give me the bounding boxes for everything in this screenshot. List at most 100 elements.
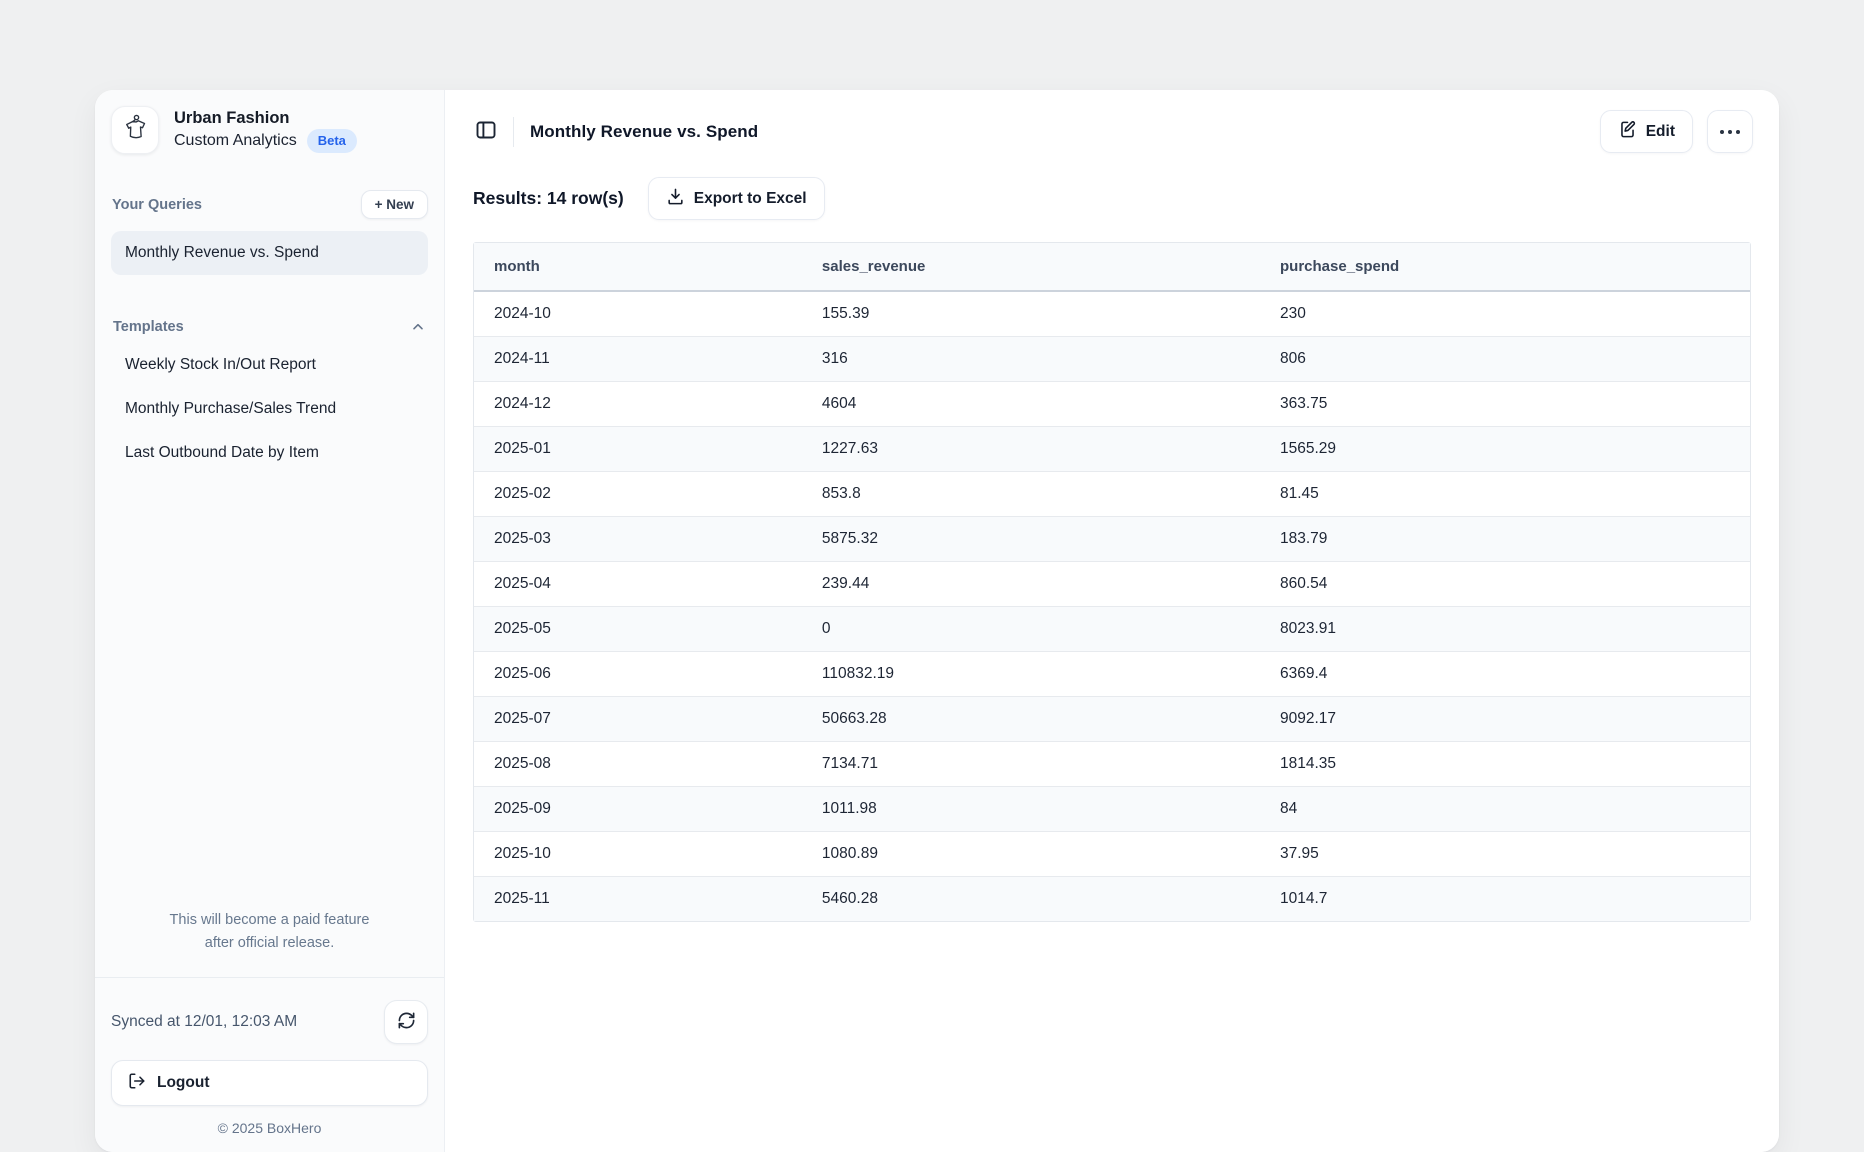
table-header-row: month sales_revenue purchase_spend — [474, 243, 1750, 292]
table-row: 2025-087134.711814.35 — [474, 742, 1750, 787]
template-item[interactable]: Monthly Purchase/Sales Trend — [111, 387, 428, 431]
table-cell: 2025-03 — [474, 517, 802, 562]
table-row: 2024-11316806 — [474, 337, 1750, 382]
table-cell: 860.54 — [1260, 562, 1750, 607]
table-cell: 239.44 — [802, 562, 1260, 607]
sidebar-spacer — [111, 475, 428, 909]
synced-status: Synced at 12/01, 12:03 AM — [111, 1013, 297, 1031]
logout-icon — [128, 1072, 146, 1095]
tshirt-doodle-icon — [120, 113, 150, 148]
file-pen-icon — [1618, 120, 1637, 144]
table-cell: 230 — [1260, 292, 1750, 337]
table-cell: 155.39 — [802, 292, 1260, 337]
refresh-button[interactable] — [384, 1000, 428, 1044]
table-row: 2024-124604363.75 — [474, 382, 1750, 427]
table-cell: 1011.98 — [802, 787, 1260, 832]
templates-section-header[interactable]: Templates — [111, 319, 428, 343]
table-row: 2025-115460.281014.7 — [474, 877, 1750, 921]
panel-left-icon — [474, 118, 498, 145]
table-cell: 853.8 — [802, 472, 1260, 517]
table-row: 2025-02853.881.45 — [474, 472, 1750, 517]
table-cell: 2025-11 — [474, 877, 802, 921]
results-row: Results: 14 row(s) Export to Excel — [445, 163, 1779, 226]
table-cell: 110832.19 — [802, 652, 1260, 697]
copyright: © 2025 BoxHero — [111, 1106, 428, 1142]
edit-label: Edit — [1646, 123, 1675, 141]
table-cell: 5875.32 — [802, 517, 1260, 562]
table-cell: 50663.28 — [802, 697, 1260, 742]
table-cell: 316 — [802, 337, 1260, 382]
table-row: 2025-091011.9884 — [474, 787, 1750, 832]
new-query-button[interactable]: + New — [361, 190, 428, 219]
table-row: 2025-101080.8937.95 — [474, 832, 1750, 877]
table-cell: 2025-06 — [474, 652, 802, 697]
table-cell: 2024-10 — [474, 292, 802, 337]
export-label: Export to Excel — [694, 190, 807, 208]
table-cell: 37.95 — [1260, 832, 1750, 877]
table-cell: 2024-11 — [474, 337, 802, 382]
workspace-logo — [111, 106, 159, 154]
table-cell: 1565.29 — [1260, 427, 1750, 472]
table-cell: 2025-04 — [474, 562, 802, 607]
table-row: 2025-035875.32183.79 — [474, 517, 1750, 562]
product-name: Custom Analytics — [174, 130, 297, 152]
table-body: 2024-10155.392302024-113168062024-124604… — [474, 292, 1750, 921]
main-header: Monthly Revenue vs. Spend Edit — [445, 90, 1779, 163]
sidebar-item-monthly-revenue-vs-spend[interactable]: Monthly Revenue vs. Spend — [111, 231, 428, 275]
sidebar-toggle-button[interactable] — [471, 117, 501, 147]
column-header-purchase-spend: purchase_spend — [1260, 243, 1750, 292]
table-cell: 1814.35 — [1260, 742, 1750, 787]
table-cell: 0 — [802, 607, 1260, 652]
table-cell: 2025-09 — [474, 787, 802, 832]
table-cell: 183.79 — [1260, 517, 1750, 562]
table-cell: 4604 — [802, 382, 1260, 427]
edit-button[interactable]: Edit — [1600, 110, 1693, 153]
template-item[interactable]: Weekly Stock In/Out Report — [111, 343, 428, 387]
ellipsis-icon — [1720, 130, 1724, 134]
template-item[interactable]: Last Outbound Date by Item — [111, 431, 428, 475]
workspace-header: Urban Fashion Custom Analytics Beta — [111, 104, 428, 158]
table-row: 2025-011227.631565.29 — [474, 427, 1750, 472]
results-summary: Results: 14 row(s) — [473, 188, 624, 209]
templates-section-label: Templates — [112, 319, 184, 335]
table-cell: 8023.91 — [1260, 607, 1750, 652]
table-cell: 7134.71 — [802, 742, 1260, 787]
app-window: Urban Fashion Custom Analytics Beta Your… — [95, 90, 1779, 1152]
templates-list: Weekly Stock In/Out ReportMonthly Purcha… — [111, 343, 428, 475]
table-cell: 9092.17 — [1260, 697, 1750, 742]
table-row: 2024-10155.39230 — [474, 292, 1750, 337]
logout-button[interactable]: Logout — [111, 1060, 428, 1106]
main-content: Monthly Revenue vs. Spend Edit — [445, 90, 1779, 1152]
table-cell: 84 — [1260, 787, 1750, 832]
results-table-wrap: month sales_revenue purchase_spend 2024-… — [473, 242, 1751, 922]
sidebar-divider — [95, 977, 444, 978]
table-cell: 2025-01 — [474, 427, 802, 472]
table-cell: 2025-02 — [474, 472, 802, 517]
table-cell: 806 — [1260, 337, 1750, 382]
table-cell: 2025-07 — [474, 697, 802, 742]
table-row: 2025-04239.44860.54 — [474, 562, 1750, 607]
queries-section-label: Your Queries — [111, 197, 202, 213]
sidebar: Urban Fashion Custom Analytics Beta Your… — [95, 90, 445, 1152]
column-header-month: month — [474, 243, 802, 292]
table-cell: 2024-12 — [474, 382, 802, 427]
logout-label: Logout — [157, 1074, 210, 1092]
table-cell: 363.75 — [1260, 382, 1750, 427]
table-cell: 2025-10 — [474, 832, 802, 877]
sync-row: Synced at 12/01, 12:03 AM — [111, 1000, 428, 1044]
beta-badge: Beta — [307, 129, 357, 153]
results-table: month sales_revenue purchase_spend 2024-… — [473, 242, 1751, 922]
table-cell: 81.45 — [1260, 472, 1750, 517]
chevron-up-icon[interactable] — [410, 319, 426, 335]
table-cell: 1080.89 — [802, 832, 1260, 877]
more-options-button[interactable] — [1707, 110, 1753, 153]
table-cell: 2025-08 — [474, 742, 802, 787]
table-cell: 1227.63 — [802, 427, 1260, 472]
column-header-sales-revenue: sales_revenue — [802, 243, 1260, 292]
page-title: Monthly Revenue vs. Spend — [530, 122, 758, 142]
queries-section-header: Your Queries + New — [111, 190, 428, 231]
table-cell: 2025-05 — [474, 607, 802, 652]
paid-feature-note: This will become a paid feature after of… — [111, 909, 428, 977]
workspace-name: Urban Fashion — [174, 107, 357, 129]
export-to-excel-button[interactable]: Export to Excel — [648, 177, 825, 220]
